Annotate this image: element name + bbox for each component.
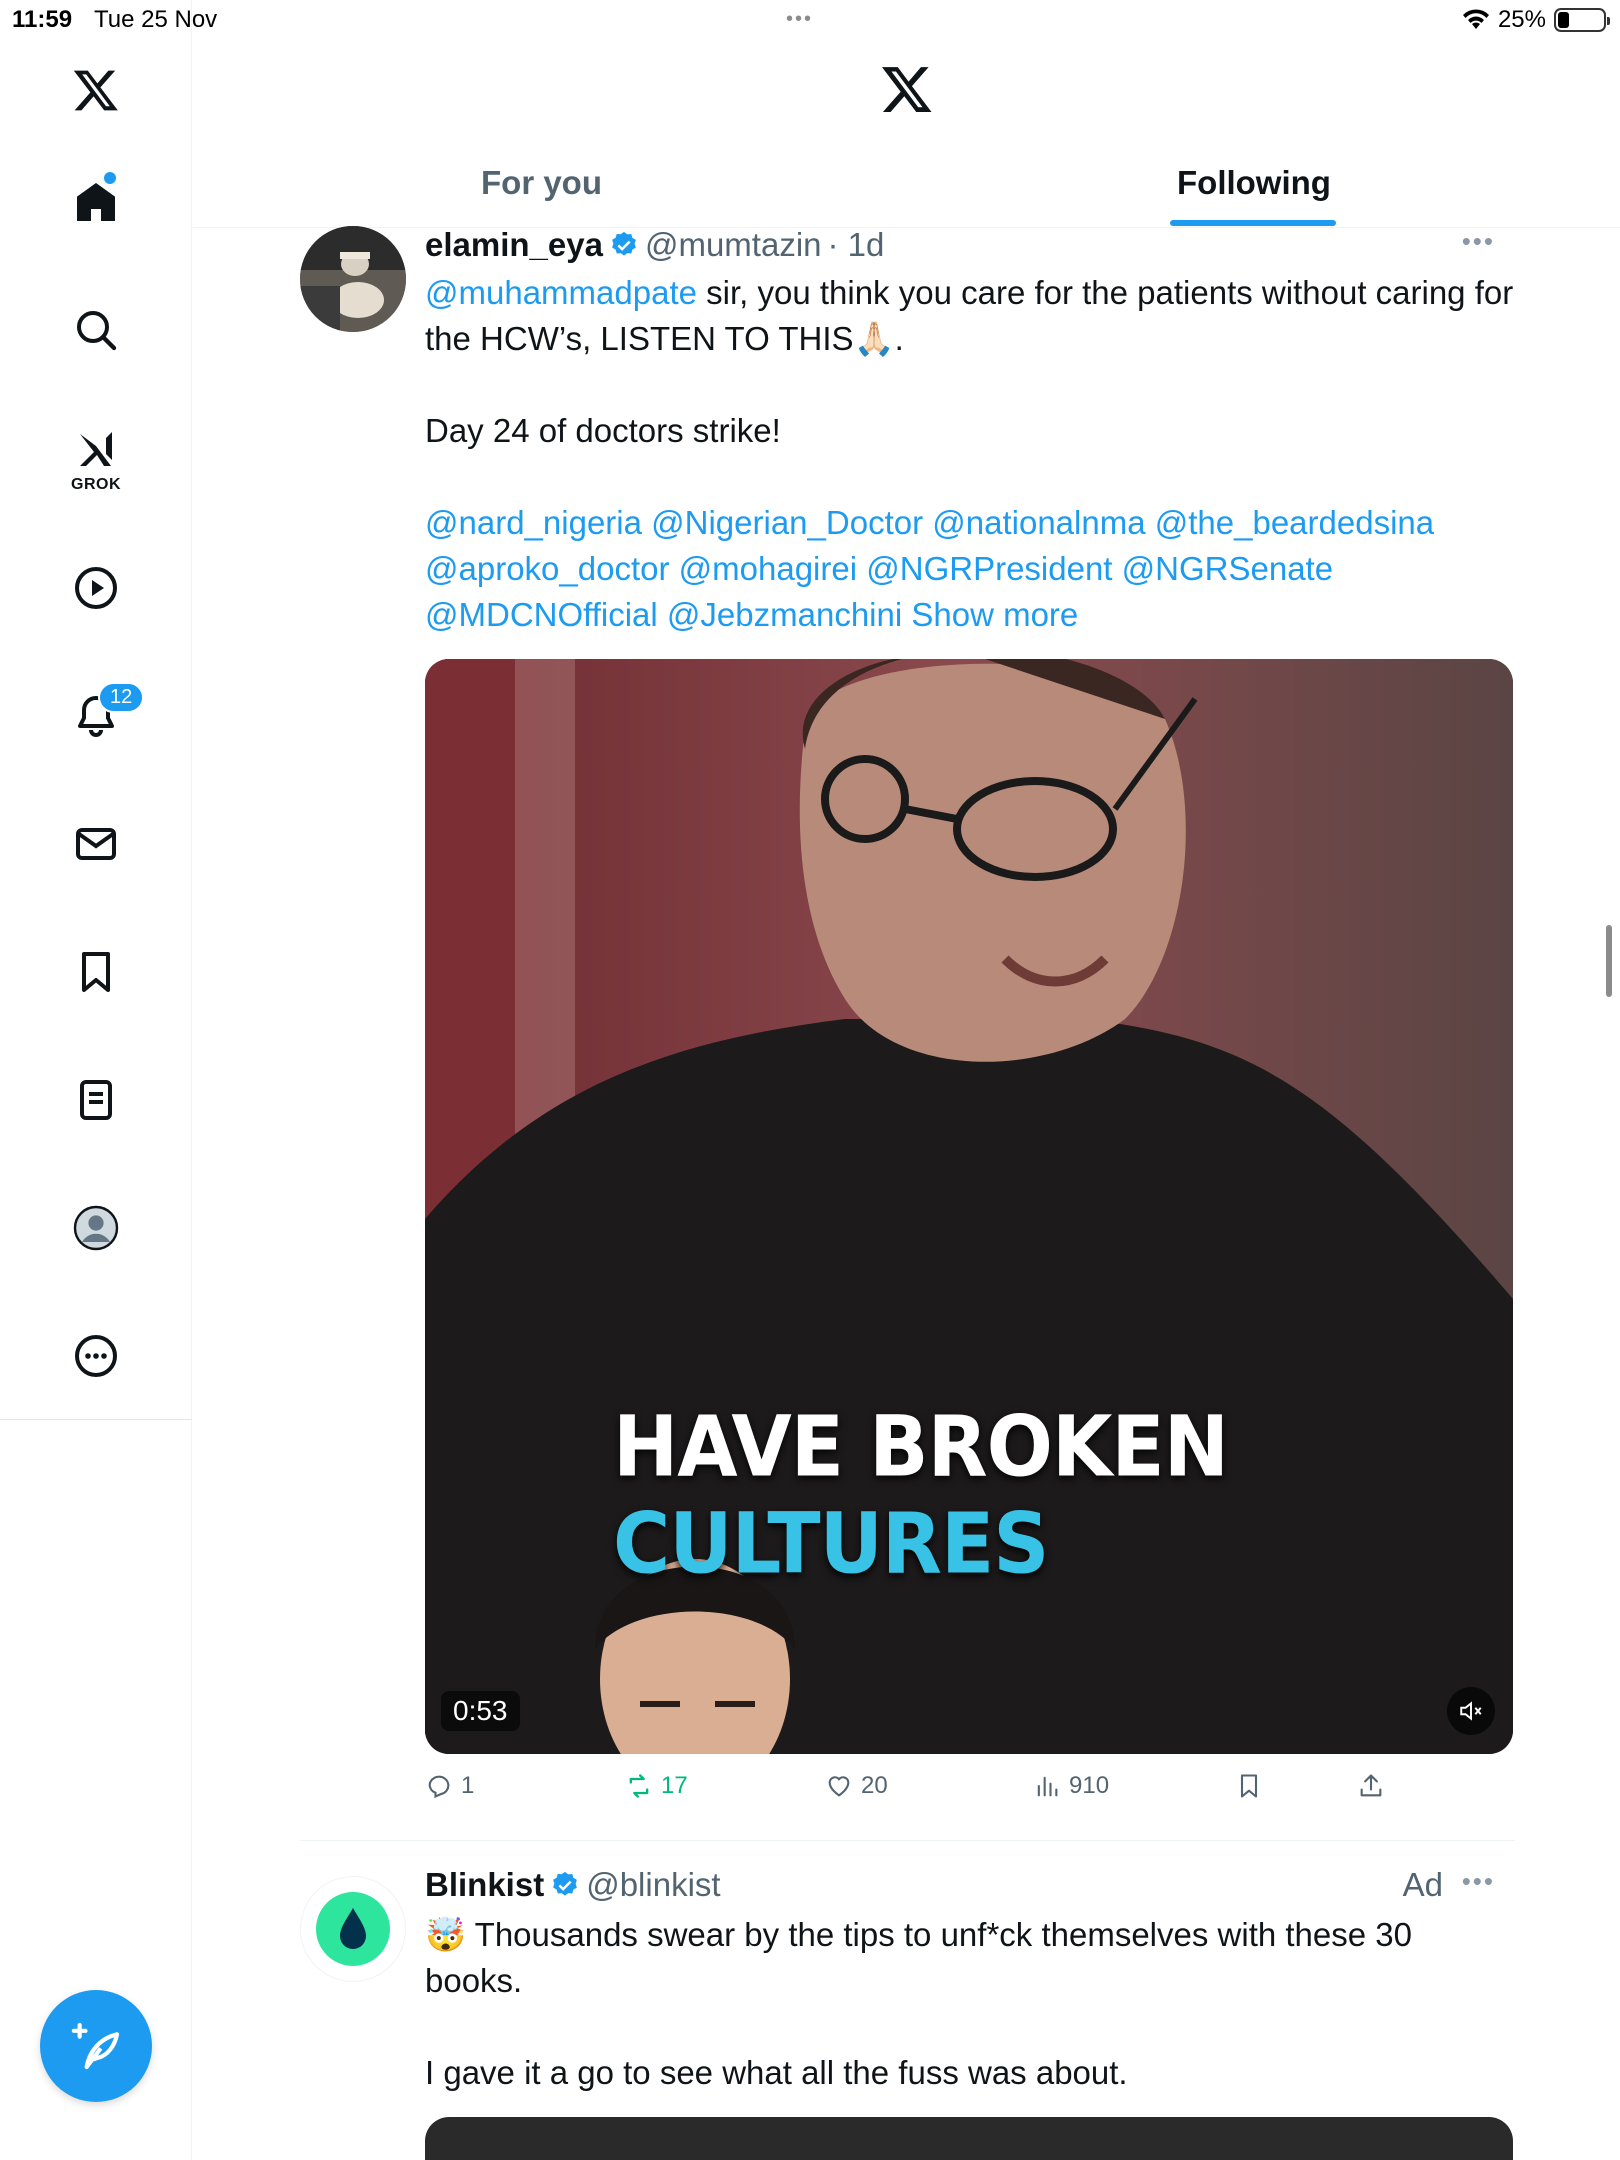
heart-icon <box>828 1776 850 1797</box>
mention-link[interactable]: @muhammadpate <box>425 274 697 311</box>
speaker-muted-icon <box>1460 1701 1482 1721</box>
mention-link[interactable]: @Jebzmanchini <box>667 596 902 633</box>
tweet-actions: 1 17 20 910 <box>425 1772 1425 1812</box>
timeline-tabs: For you Following <box>193 140 1620 228</box>
mention-link[interactable]: @nard_nigeria <box>425 504 642 541</box>
ad-label: Ad <box>1402 1866 1443 1903</box>
tweet-text-line2: Day 24 of doctors strike! <box>425 412 781 449</box>
sidebar-item-bookmarks[interactable] <box>56 932 136 1012</box>
author-handle[interactable]: @mumtazin <box>645 226 822 264</box>
more-circle-icon <box>75 1335 117 1377</box>
status-bar: 11:59 Tue 25 Nov ••• 25% <box>0 0 1620 40</box>
views-count: 910 <box>1069 1772 1110 1799</box>
like-count: 20 <box>861 1772 888 1799</box>
tweet-divider <box>300 1840 1515 1841</box>
sidebar-divider <box>0 1419 192 1420</box>
show-more-link[interactable]: Show more <box>911 596 1078 633</box>
profile-avatar-icon <box>73 1205 119 1251</box>
blinkist-logo-icon <box>316 1892 390 1966</box>
battery-icon <box>1554 8 1610 32</box>
post-time[interactable]: · 1d <box>828 226 885 264</box>
ad-text-line1: 🤯 Thousands swear by the tips to unf*ck … <box>425 1916 1412 1999</box>
bookmark-icon <box>1240 1774 1258 1798</box>
ad-media[interactable] <box>425 2117 1513 2160</box>
mention-link[interactable]: @NGRSenate <box>1122 550 1333 587</box>
share-icon <box>1360 1774 1382 1797</box>
home-unread-dot <box>104 172 116 184</box>
sidebar: GROK 12 <box>0 0 192 2160</box>
wifi-icon <box>1462 9 1489 29</box>
author-handle[interactable]: @blinkist <box>586 1866 720 1904</box>
grok-icon <box>80 432 112 466</box>
notifications-badge: 12 <box>98 682 145 713</box>
tab-following[interactable]: Following <box>1177 164 1331 202</box>
mention-link[interactable]: @nationalnma <box>932 504 1145 541</box>
mention-link[interactable]: @aproko_doctor <box>425 550 669 587</box>
bookmark-button[interactable] <box>1235 1772 1263 1800</box>
author-name[interactable]: elamin_eya <box>425 226 603 264</box>
mention-link[interactable]: @the_beardedsina <box>1155 504 1434 541</box>
sidebar-item-home[interactable] <box>56 162 136 242</box>
status-right: 25% <box>1462 6 1610 34</box>
compose-feather-icon <box>71 2022 120 2070</box>
ad-more-icon[interactable]: ••• <box>1462 1866 1495 1897</box>
caption-blue: CULTURES <box>613 1496 1049 1594</box>
ad-text: 🤯 Thousands swear by the tips to unf*ck … <box>425 1912 1515 2096</box>
list-icon <box>80 1080 112 1120</box>
home-icon <box>77 183 115 221</box>
like-button[interactable]: 20 <box>825 1772 888 1800</box>
caption-white: HAVE BROKEN <box>613 1398 1229 1496</box>
share-button[interactable] <box>1357 1772 1385 1800</box>
tweet-header: elamin_eya @mumtazin · 1d <box>425 226 884 264</box>
mention-link[interactable]: @mohagirei <box>679 550 857 587</box>
sidebar-item-explore[interactable] <box>56 290 136 370</box>
tweet-more-icon[interactable]: ••• <box>1462 226 1495 257</box>
repost-count: 17 <box>661 1772 688 1799</box>
grok-label: GROK <box>71 476 121 493</box>
mention-link[interactable]: @NGRPresident <box>866 550 1112 587</box>
mention-link[interactable]: @MDCNOfficial <box>425 596 658 633</box>
bookmark-icon <box>82 952 110 992</box>
battery-percent: 25% <box>1497 6 1546 33</box>
blinkist-avatar[interactable] <box>300 1876 406 1982</box>
views-chart-icon <box>1037 1776 1058 1797</box>
sidebar-item-messages[interactable] <box>56 804 136 884</box>
views-button[interactable]: 910 <box>1033 1772 1109 1800</box>
multitasking-dots-icon[interactable]: ••• <box>786 8 813 31</box>
sidebar-logo-x-icon[interactable] <box>56 50 136 130</box>
sidebar-item-lists[interactable] <box>56 1060 136 1140</box>
ad-header: Blinkist @blinkist <box>425 1866 721 1904</box>
play-icon <box>75 567 117 609</box>
reply-count: 1 <box>461 1772 475 1799</box>
author-name[interactable]: Blinkist <box>425 1866 544 1904</box>
video-caption: HAVE BROKEN CULTURES <box>613 1399 1620 1593</box>
reply-icon <box>428 1775 450 1799</box>
reply-button[interactable]: 1 <box>425 1772 474 1800</box>
tweet-text: @muhammadpate sir, you think you care fo… <box>425 270 1515 684</box>
repost-icon <box>629 1774 649 1798</box>
sidebar-item-videos[interactable] <box>56 548 136 628</box>
avatar[interactable] <box>300 226 406 332</box>
scrollbar[interactable] <box>1606 925 1612 997</box>
repost-button[interactable]: 17 <box>625 1772 688 1800</box>
verified-badge-icon <box>612 231 636 256</box>
mention-link[interactable]: @Nigerian_Doctor <box>651 504 923 541</box>
sidebar-item-more[interactable] <box>56 1316 136 1396</box>
compose-post-button[interactable] <box>40 1990 152 2102</box>
mail-icon <box>76 828 116 860</box>
mute-button[interactable] <box>1447 1687 1495 1735</box>
verified-badge-icon <box>553 1871 578 1896</box>
tab-for-you[interactable]: For you <box>481 164 602 202</box>
ad-text-line2: I gave it a go to see what all the fuss … <box>425 2054 1128 2091</box>
x-logo-icon[interactable] <box>880 62 934 116</box>
sidebar-item-profile[interactable] <box>56 1188 136 1268</box>
search-icon <box>77 311 117 351</box>
video-duration: 0:53 <box>441 1691 520 1731</box>
active-tab-indicator <box>1170 220 1336 226</box>
